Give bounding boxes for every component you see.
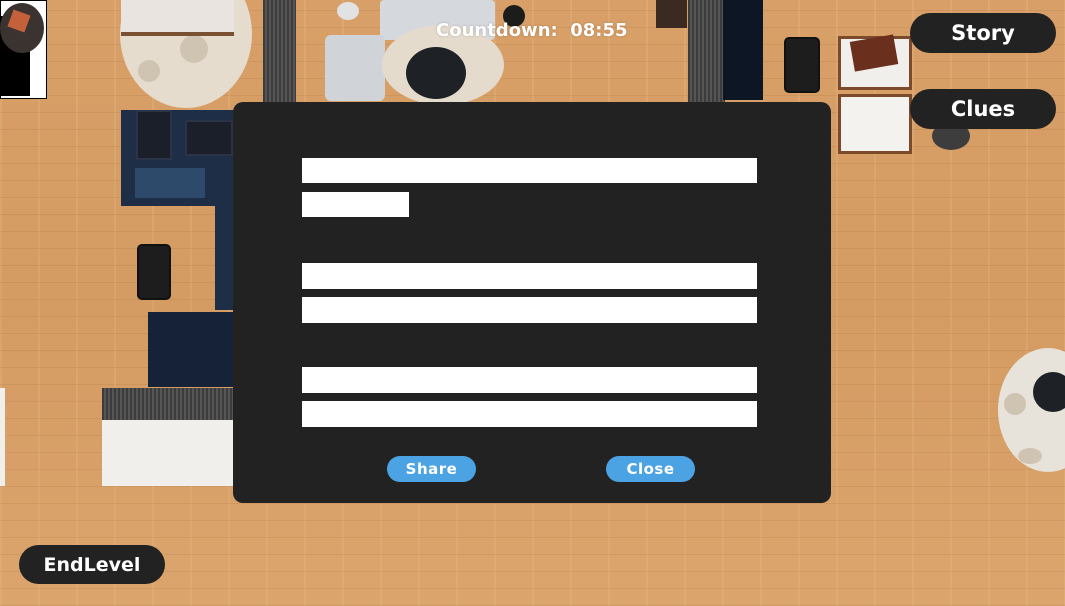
redacted-text-line xyxy=(302,367,757,393)
bed xyxy=(121,0,234,36)
redacted-text-line xyxy=(302,158,757,183)
countdown-timer: Countdown: 08:55 xyxy=(436,20,628,41)
countdown-time: 08:55 xyxy=(570,20,628,41)
side-table-right xyxy=(838,94,912,154)
chair-top-right xyxy=(784,37,820,93)
tall-cabinet xyxy=(723,0,763,100)
desk-extension xyxy=(215,205,233,310)
countdown-label: Countdown: xyxy=(436,20,558,41)
dark-runner-bottom xyxy=(102,388,233,421)
chair-left xyxy=(137,244,171,300)
left-edge-panel xyxy=(0,388,5,486)
monitor-2 xyxy=(185,120,233,156)
armchair xyxy=(325,35,385,101)
display-table xyxy=(102,420,233,486)
cabinet xyxy=(656,0,687,28)
story-button[interactable]: Story xyxy=(910,13,1056,53)
message-dialog: Share Close xyxy=(233,102,831,503)
lamp-top xyxy=(337,2,359,20)
redacted-text-line xyxy=(302,297,757,323)
close-button-label: Close xyxy=(626,460,675,478)
redacted-text-line xyxy=(302,263,757,289)
share-button[interactable]: Share xyxy=(387,456,476,482)
monitor-1 xyxy=(136,110,172,160)
dark-runner-top xyxy=(263,0,296,105)
clues-button[interactable]: Clues xyxy=(910,89,1056,129)
end-level-button[interactable]: EndLevel xyxy=(19,545,165,584)
redacted-text-line xyxy=(302,401,757,427)
share-button-label: Share xyxy=(405,460,458,478)
clues-button-label: Clues xyxy=(950,97,1016,121)
round-table-right xyxy=(1033,372,1065,412)
end-level-button-label: EndLevel xyxy=(43,553,141,576)
redacted-text-line xyxy=(302,192,409,217)
close-button[interactable]: Close xyxy=(606,456,695,482)
navy-floor-block xyxy=(148,312,233,387)
story-button-label: Story xyxy=(951,21,1015,45)
coffee-table xyxy=(406,47,466,99)
desk-panel xyxy=(135,168,205,198)
dark-runner-top-right xyxy=(688,0,725,105)
